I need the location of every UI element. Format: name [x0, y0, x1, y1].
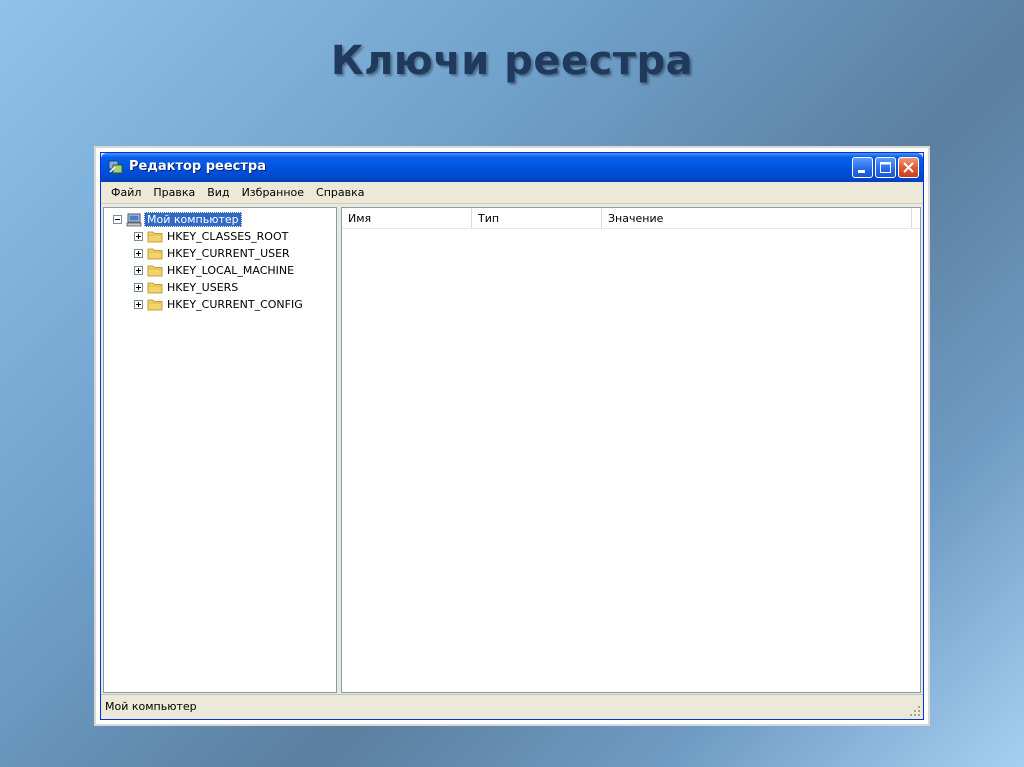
folder-icon — [147, 265, 163, 277]
column-header-value[interactable]: Значение — [602, 208, 912, 228]
minimize-button[interactable] — [852, 157, 873, 178]
close-button[interactable] — [898, 157, 919, 178]
minimize-icon — [858, 170, 865, 173]
tree-item-root[interactable]: Мой компьютер — [113, 211, 242, 228]
expand-icon[interactable] — [134, 266, 143, 275]
expand-icon[interactable] — [134, 232, 143, 241]
tree-label-key: HKEY_CURRENT_USER — [167, 247, 290, 260]
computer-icon — [126, 213, 142, 226]
tree-label-key: HKEY_USERS — [167, 281, 239, 294]
status-bar: Мой компьютер — [101, 694, 923, 719]
tree-item-key[interactable]: HKEY_CURRENT_USER — [134, 245, 290, 262]
folder-icon — [147, 282, 163, 294]
window-title: Редактор реестра — [129, 159, 266, 174]
tree-label-key: HKEY_LOCAL_MACHINE — [167, 264, 295, 277]
tree-label-root: Мой компьютер — [144, 212, 242, 227]
column-header-type[interactable]: Тип — [472, 208, 602, 228]
maximize-button[interactable] — [875, 157, 896, 178]
folder-icon — [147, 299, 163, 311]
slide-title: Ключи реестра — [330, 38, 694, 84]
menu-bar: Файл Правка Вид Избранное Справка — [101, 182, 923, 204]
window-body: Редактор реестра Файл Правка Вид Избранн… — [100, 152, 924, 720]
registry-editor-icon — [108, 160, 123, 174]
list-header: Имя Тип Значение — [342, 208, 920, 229]
status-text: Мой компьютер — [105, 700, 197, 713]
collapse-icon[interactable] — [113, 215, 122, 224]
menu-view[interactable]: Вид — [201, 184, 235, 201]
expand-icon[interactable] — [134, 300, 143, 309]
tree-label-key: HKEY_CURRENT_CONFIG — [167, 298, 303, 311]
expand-icon[interactable] — [134, 283, 143, 292]
tree-item-key[interactable]: HKEY_LOCAL_MACHINE — [134, 262, 294, 279]
folder-icon — [147, 248, 163, 260]
tree-item-key[interactable]: HKEY_USERS — [134, 279, 238, 296]
title-bar[interactable]: Редактор реестра — [101, 153, 923, 182]
registry-editor-window: Редактор реестра Файл Правка Вид Избранн… — [96, 148, 928, 724]
key-tree-pane[interactable]: Мой компьютер HKEY_CLASSES_ROOT HKEY_CUR… — [103, 207, 337, 693]
close-icon — [903, 162, 914, 173]
column-header-name[interactable]: Имя — [342, 208, 472, 228]
resize-grip-icon[interactable] — [909, 705, 921, 717]
expand-icon[interactable] — [134, 249, 143, 258]
values-list-pane[interactable]: Имя Тип Значение — [341, 207, 921, 693]
tree-label-key: HKEY_CLASSES_ROOT — [167, 230, 289, 243]
folder-icon — [147, 231, 163, 243]
tree-item-key[interactable]: HKEY_CURRENT_CONFIG — [134, 296, 303, 313]
maximize-icon — [880, 162, 891, 173]
tree-item-key[interactable]: HKEY_CLASSES_ROOT — [134, 228, 288, 245]
menu-favorites[interactable]: Избранное — [236, 184, 310, 201]
menu-edit[interactable]: Правка — [147, 184, 201, 201]
menu-file[interactable]: Файл — [105, 184, 147, 201]
menu-help[interactable]: Справка — [310, 184, 370, 201]
